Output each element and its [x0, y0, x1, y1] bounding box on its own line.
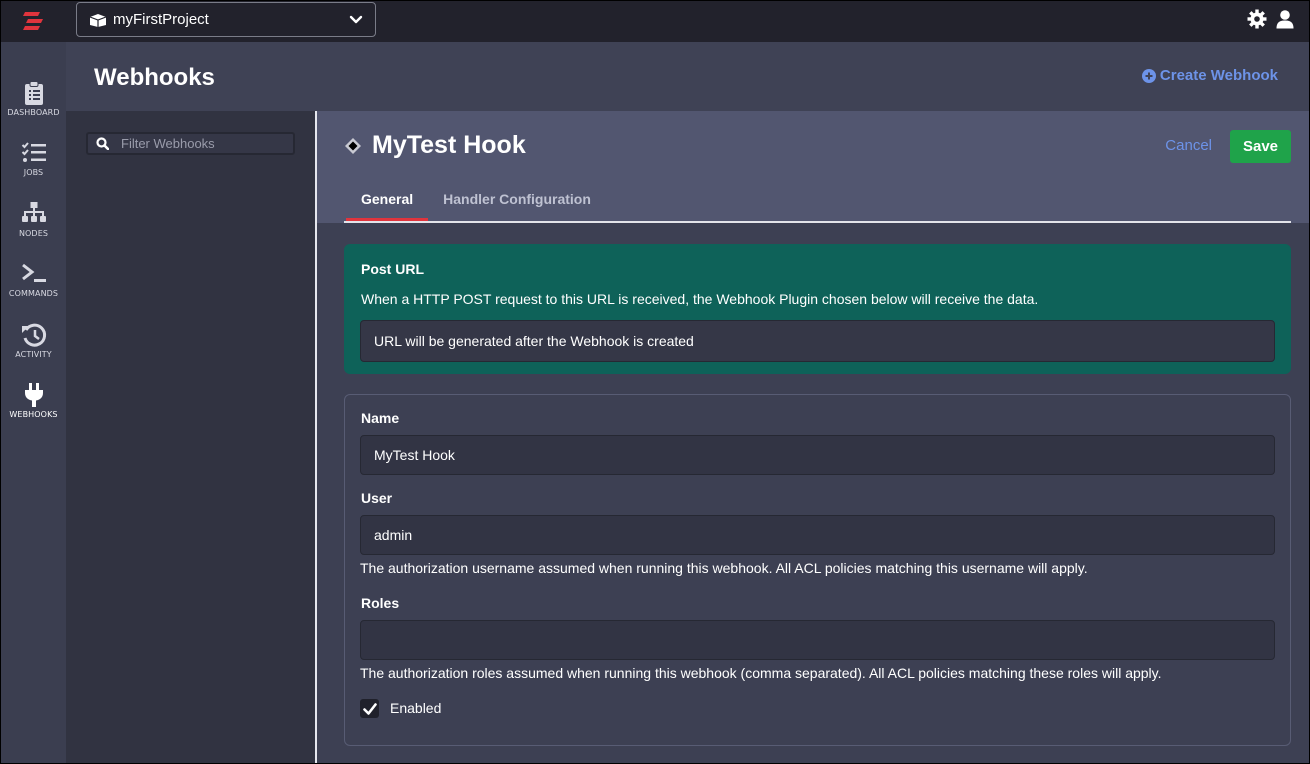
- search-icon: [96, 137, 109, 150]
- post-url-heading: Post URL: [361, 261, 424, 277]
- project-name: myFirstProject: [113, 11, 209, 28]
- nav-item-webhooks[interactable]: WEBHOOKS: [1, 382, 66, 419]
- app-window: myFirstProject DASHBOARD JOBS NODES COMM…: [1, 1, 1309, 763]
- rundeck-logo-icon[interactable]: [23, 10, 45, 32]
- webhook-list-panel: [66, 111, 315, 763]
- user-help-text: The authorization username assumed when …: [360, 560, 1088, 576]
- clipboard-icon: [24, 81, 43, 105]
- general-form: Name User The authorization username ass…: [344, 394, 1291, 746]
- nav-item-nodes[interactable]: NODES: [1, 201, 66, 238]
- tab-general[interactable]: General: [346, 191, 429, 221]
- nav-item-commands[interactable]: COMMANDS: [1, 261, 66, 298]
- nav-label: ACTIVITY: [15, 350, 52, 359]
- roles-label: Roles: [361, 595, 400, 611]
- enabled-checkbox[interactable]: [360, 699, 379, 718]
- roles-help-text: The authorization roles assumed when run…: [360, 665, 1162, 681]
- project-box-icon: [89, 13, 107, 27]
- checkmark-icon: [362, 702, 377, 715]
- filter-box: [86, 132, 295, 155]
- top-bar: myFirstProject: [1, 1, 1309, 42]
- chevron-down-icon: [349, 15, 363, 24]
- sitemap-icon: [21, 202, 46, 222]
- user-icon[interactable]: [1275, 9, 1295, 29]
- nav-label: JOBS: [23, 168, 44, 177]
- task-list-icon: [21, 142, 46, 162]
- history-icon: [21, 323, 46, 347]
- user-label: User: [361, 490, 393, 506]
- webhook-detail-content: Post URL When a HTTP POST request to thi…: [317, 223, 1309, 763]
- enabled-label[interactable]: Enabled: [390, 700, 441, 716]
- post-url-field[interactable]: URL will be generated after the Webhook …: [360, 320, 1275, 362]
- page-header: Webhooks Create Webhook: [66, 42, 1309, 111]
- nav-label: DASHBOARD: [7, 108, 60, 117]
- detail-tabs: General Handler Configuration: [346, 191, 606, 221]
- nav-item-jobs[interactable]: JOBS: [1, 140, 66, 177]
- name-label: Name: [361, 410, 400, 426]
- nav-label: NODES: [18, 229, 49, 238]
- plus-circle-icon: [1141, 68, 1156, 83]
- webhook-detail-header: MyTest Hook Cancel Save General Handler …: [317, 111, 1309, 223]
- nav-label: COMMANDS: [8, 289, 59, 298]
- create-webhook-label: Create Webhook: [1159, 67, 1278, 84]
- post-url-card: Post URL When a HTTP POST request to thi…: [344, 244, 1291, 374]
- project-selector[interactable]: myFirstProject: [76, 2, 376, 37]
- post-url-description: When a HTTP POST request to this URL is …: [361, 291, 1039, 307]
- nav-label: WEBHOOKS: [9, 410, 58, 419]
- roles-input[interactable]: [360, 620, 1275, 660]
- filter-webhooks-input[interactable]: [121, 136, 281, 151]
- name-input[interactable]: [360, 435, 1275, 475]
- tab-handler-configuration[interactable]: Handler Configuration: [428, 191, 606, 219]
- gear-icon[interactable]: [1247, 9, 1267, 29]
- cancel-button[interactable]: Cancel: [1165, 137, 1212, 154]
- main-nav: DASHBOARD JOBS NODES COMMANDS ACTIVITY W…: [1, 42, 66, 763]
- create-webhook-button[interactable]: Create Webhook: [1141, 67, 1278, 84]
- webhook-diamond-icon: [345, 137, 361, 154]
- user-input[interactable]: [360, 515, 1275, 555]
- plug-icon: [24, 383, 43, 407]
- nav-item-dashboard[interactable]: DASHBOARD: [1, 80, 66, 117]
- save-button[interactable]: Save: [1230, 130, 1291, 163]
- page-title: Webhooks: [94, 64, 215, 91]
- webhook-title: MyTest Hook: [372, 131, 526, 159]
- terminal-icon: [21, 263, 46, 282]
- nav-item-activity[interactable]: ACTIVITY: [1, 322, 66, 359]
